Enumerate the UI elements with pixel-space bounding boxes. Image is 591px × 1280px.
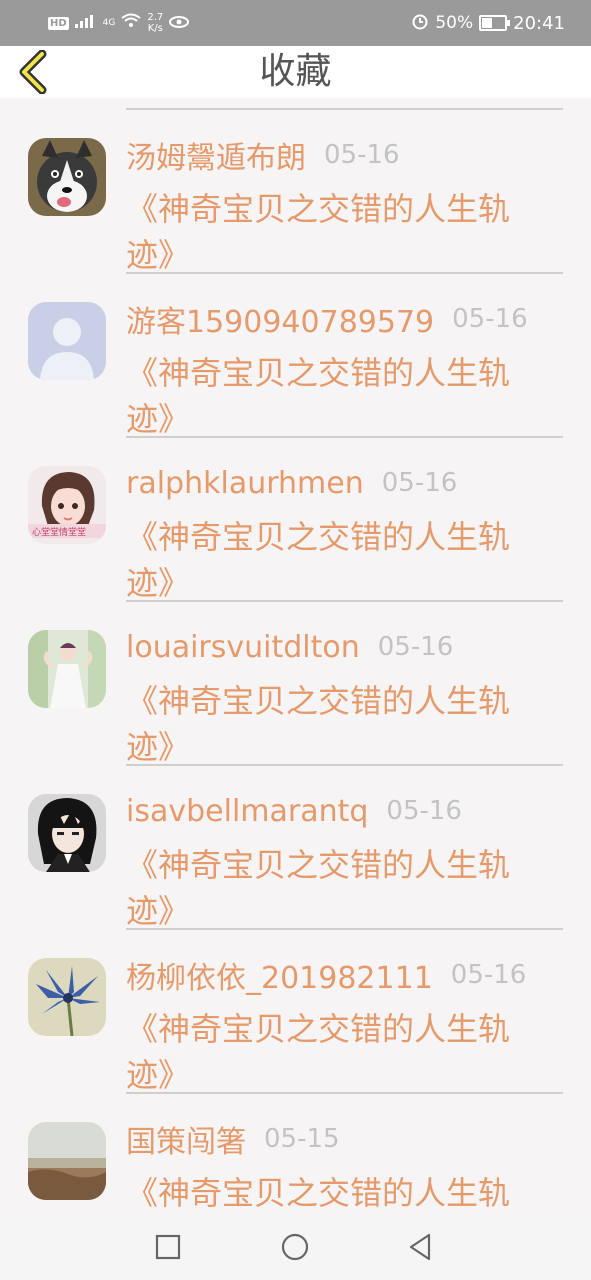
hd-badge: HD: [48, 16, 69, 30]
recents-button[interactable]: [152, 1231, 184, 1263]
list-item[interactable]: 国策闯箸 05-15 《神奇宝贝之交错的人生轨迹》: [0, 1094, 591, 1214]
page-title: 收藏: [259, 51, 332, 92]
husky-avatar[interactable]: [28, 138, 106, 216]
date: 05-16: [377, 632, 454, 662]
chevron-left-icon: [19, 49, 47, 95]
svg-text:心堂堂情堂堂: 心堂堂情堂堂: [32, 526, 86, 538]
username[interactable]: 游客1590940789579: [126, 297, 434, 341]
favorites-list[interactable]: 汤姆鬶遁布朗 05-16 《神奇宝贝之交错的人生轨迹》 游客1590940789…: [0, 98, 591, 1214]
triangle-back-icon: [409, 1233, 431, 1261]
bride-avatar[interactable]: [28, 630, 106, 708]
favorite-title[interactable]: 《神奇宝贝之交错的人生轨迹》: [126, 514, 546, 606]
item-meta: ralphklaurhmen 05-16: [126, 460, 457, 506]
girl-avatar[interactable]: 心堂堂情堂堂: [28, 466, 106, 544]
eye-icon: [169, 14, 190, 33]
status-bar: HD 4G 2.7 K/s 50% 20:41: [0, 0, 591, 46]
clock: 20:41: [513, 12, 565, 34]
item-meta: isavbellmarantq 05-16: [126, 788, 462, 834]
favorite-title[interactable]: 《神奇宝贝之交错的人生轨迹》: [126, 350, 546, 442]
list-item[interactable]: 心堂堂情堂堂 ralphklaurhmen 05-16 《神奇宝贝之交错的人生轨…: [0, 438, 591, 602]
date: 05-16: [450, 960, 527, 990]
date: 05-16: [452, 304, 528, 334]
list-item[interactable]: louairsvuitdlton 05-16 《神奇宝贝之交错的人生轨迹》: [0, 602, 591, 766]
item-meta: 杨柳依依_201982111 05-16: [126, 952, 526, 998]
status-right: 50% 20:41: [411, 9, 565, 37]
back-button[interactable]: [14, 49, 58, 95]
username[interactable]: ralphklaurhmen: [126, 466, 364, 501]
favorite-title[interactable]: 《神奇宝贝之交错的人生轨迹》: [126, 1006, 546, 1098]
battery-icon: [479, 15, 511, 31]
speed-value: 2.7: [147, 12, 164, 23]
default-avatar[interactable]: [28, 302, 106, 380]
network-type: 4G: [102, 18, 116, 28]
alarm-icon: [411, 12, 429, 34]
date: 05-16: [324, 140, 400, 170]
status-left: HD 4G 2.7 K/s: [48, 9, 190, 37]
app-header: 收藏: [0, 46, 591, 98]
list-item[interactable]: isavbellmarantq 05-16 《神奇宝贝之交错的人生轨迹》: [0, 766, 591, 930]
square-icon: [155, 1234, 181, 1260]
wifi-icon: [121, 13, 141, 33]
date: 05-16: [381, 468, 458, 498]
username[interactable]: isavbellmarantq: [126, 794, 368, 829]
favorite-title[interactable]: 《神奇宝贝之交错的人生轨迹》: [126, 678, 546, 770]
network-speed: 2.7 K/s: [147, 12, 163, 34]
navigation-bar: [0, 1214, 591, 1280]
item-meta: 国策闯箸 05-15: [126, 1116, 340, 1162]
battery-percent: 50%: [435, 13, 474, 33]
list-item[interactable]: 游客1590940789579 05-16 《神奇宝贝之交错的人生轨迹》: [0, 274, 591, 438]
username[interactable]: louairsvuitdlton: [126, 630, 360, 665]
circle-icon: [281, 1233, 309, 1261]
item-meta: louairsvuitdlton 05-16: [126, 624, 453, 670]
date: 05-16: [386, 796, 462, 826]
flower-avatar[interactable]: [28, 958, 106, 1036]
username[interactable]: 汤姆鬶遁布朗: [126, 133, 306, 177]
list-item[interactable]: 杨柳依依_201982111 05-16 《神奇宝贝之交错的人生轨迹》: [0, 930, 591, 1094]
signal-icon: [74, 14, 97, 32]
list-item[interactable]: 汤姆鬶遁布朗 05-16 《神奇宝贝之交错的人生轨迹》: [0, 110, 591, 274]
date: 05-15: [264, 1124, 340, 1154]
item-meta: 汤姆鬶遁布朗 05-16: [126, 132, 400, 178]
speed-unit: K/s: [147, 23, 163, 34]
favorite-title[interactable]: 《神奇宝贝之交错的人生轨迹》: [126, 842, 546, 934]
anime-avatar[interactable]: [28, 794, 106, 872]
username[interactable]: 杨柳依依_201982111: [126, 953, 433, 997]
landscape-avatar[interactable]: [28, 1122, 106, 1200]
item-meta: 游客1590940789579 05-16: [126, 296, 528, 342]
home-button[interactable]: [279, 1231, 311, 1263]
favorite-title[interactable]: 《神奇宝贝之交错的人生轨迹》: [126, 1170, 546, 1214]
nav-back-button[interactable]: [405, 1231, 437, 1263]
favorite-title[interactable]: 《神奇宝贝之交错的人生轨迹》: [126, 186, 546, 278]
username[interactable]: 国策闯箸: [126, 1117, 246, 1161]
